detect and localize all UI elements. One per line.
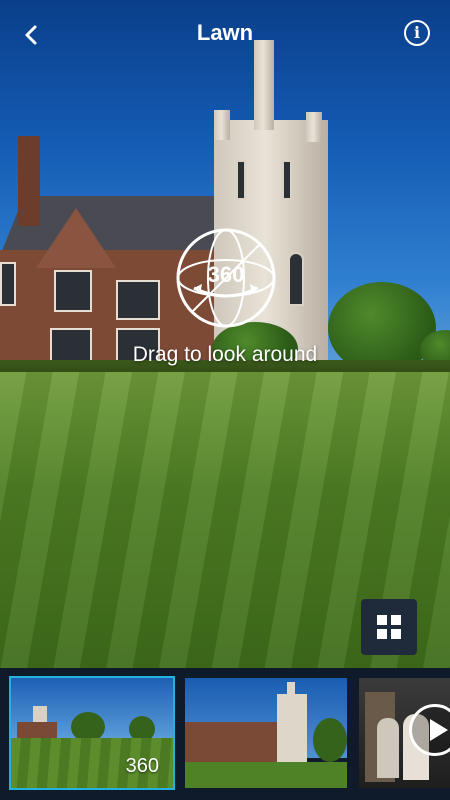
thumbnail-tower[interactable] [185, 678, 347, 788]
chimney [18, 136, 40, 226]
hint-360-badge: 360 [207, 262, 245, 287]
info-icon: i [413, 23, 421, 42]
thumbnail-strip[interactable]: 360 [0, 668, 450, 800]
tower-window [282, 160, 292, 200]
tower-pinnacle [306, 112, 322, 142]
info-button[interactable]: i [404, 20, 430, 46]
hint-360-icon: 360 [174, 226, 278, 330]
thumbnail-video[interactable] [359, 678, 450, 788]
tower-window [288, 252, 304, 306]
window [116, 280, 160, 320]
drag-hint-text: Drag to look around [132, 343, 318, 366]
window [54, 270, 92, 312]
tower-pinnacle [214, 110, 230, 140]
thumbnail-lawn-360[interactable]: 360 [9, 676, 175, 790]
tower-window [236, 160, 246, 200]
panorama-view[interactable] [0, 0, 450, 668]
top-bar: Lawn i [0, 0, 450, 70]
window [0, 262, 16, 306]
page-title: Lawn [196, 20, 254, 45]
thumbnail-360-label: 360 [125, 755, 159, 777]
gallery-grid-button[interactable] [361, 599, 417, 655]
play-icon [409, 704, 450, 756]
